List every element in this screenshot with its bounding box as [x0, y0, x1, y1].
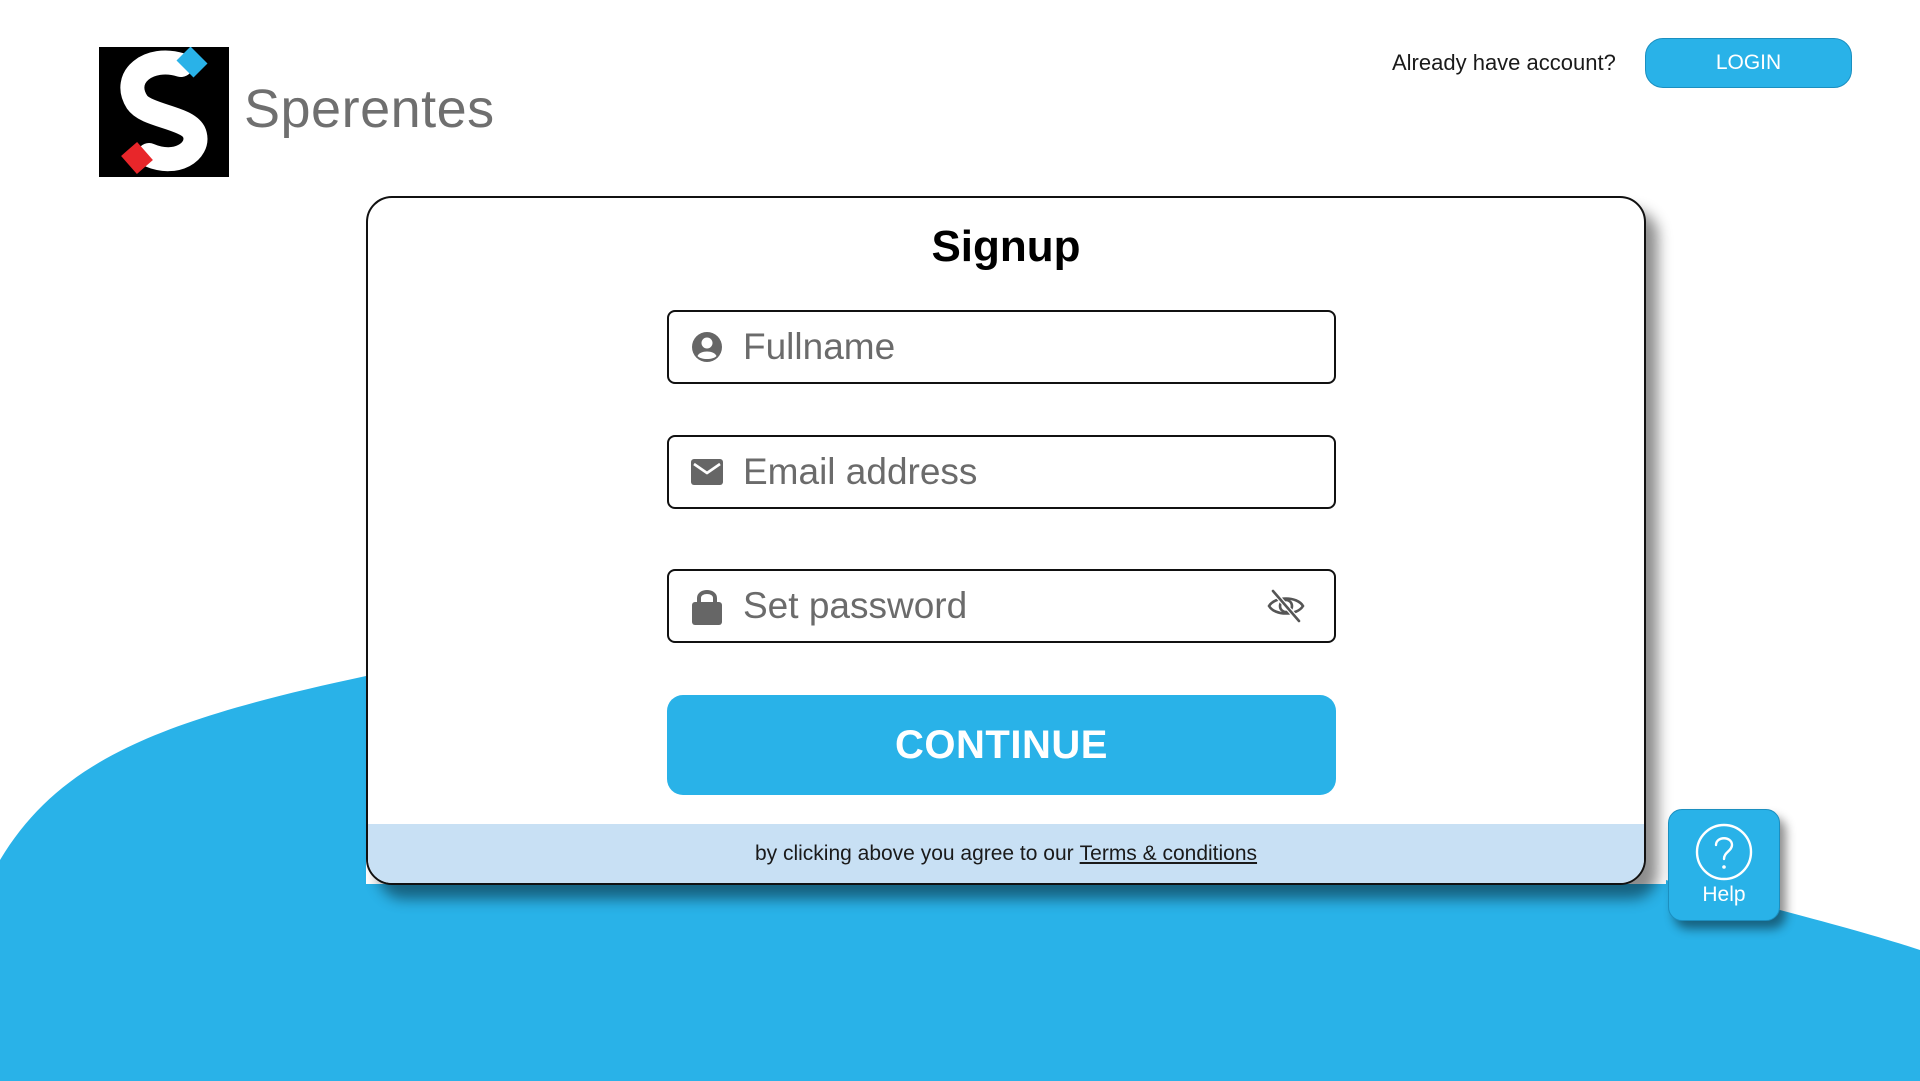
help-button[interactable]: Help: [1668, 809, 1780, 921]
lock-icon: [689, 588, 725, 625]
brand-logo[interactable]: [99, 46, 229, 177]
user-circle-icon: [689, 329, 725, 365]
already-have-account-text: Already have account?: [1392, 50, 1616, 75]
brand-name: Sperentes: [244, 79, 495, 139]
terms-link[interactable]: Terms & conditions: [1080, 842, 1257, 866]
s-logo-icon: [99, 46, 229, 177]
password-field[interactable]: Set password: [667, 569, 1336, 643]
fullname-placeholder: Fullname: [743, 326, 896, 367]
help-label: Help: [1702, 883, 1746, 906]
signup-card: Signup Fullname Email address Set passwo…: [366, 196, 1646, 885]
email-field[interactable]: Email address: [667, 435, 1336, 509]
password-placeholder: Set password: [743, 585, 968, 626]
question-circle-icon: [1695, 823, 1753, 881]
eye-off-icon[interactable]: [1264, 584, 1308, 628]
fullname-field[interactable]: Fullname: [667, 310, 1336, 384]
terms-bar: by clicking above you agree to our Terms…: [368, 824, 1644, 883]
mail-icon: [689, 454, 725, 490]
signup-title: Signup: [931, 222, 1081, 271]
continue-button[interactable]: CONTINUE: [667, 695, 1336, 795]
login-button[interactable]: LOGIN: [1645, 38, 1852, 88]
email-placeholder: Email address: [743, 451, 978, 492]
terms-prefix: by clicking above you agree to our: [754, 841, 1074, 865]
